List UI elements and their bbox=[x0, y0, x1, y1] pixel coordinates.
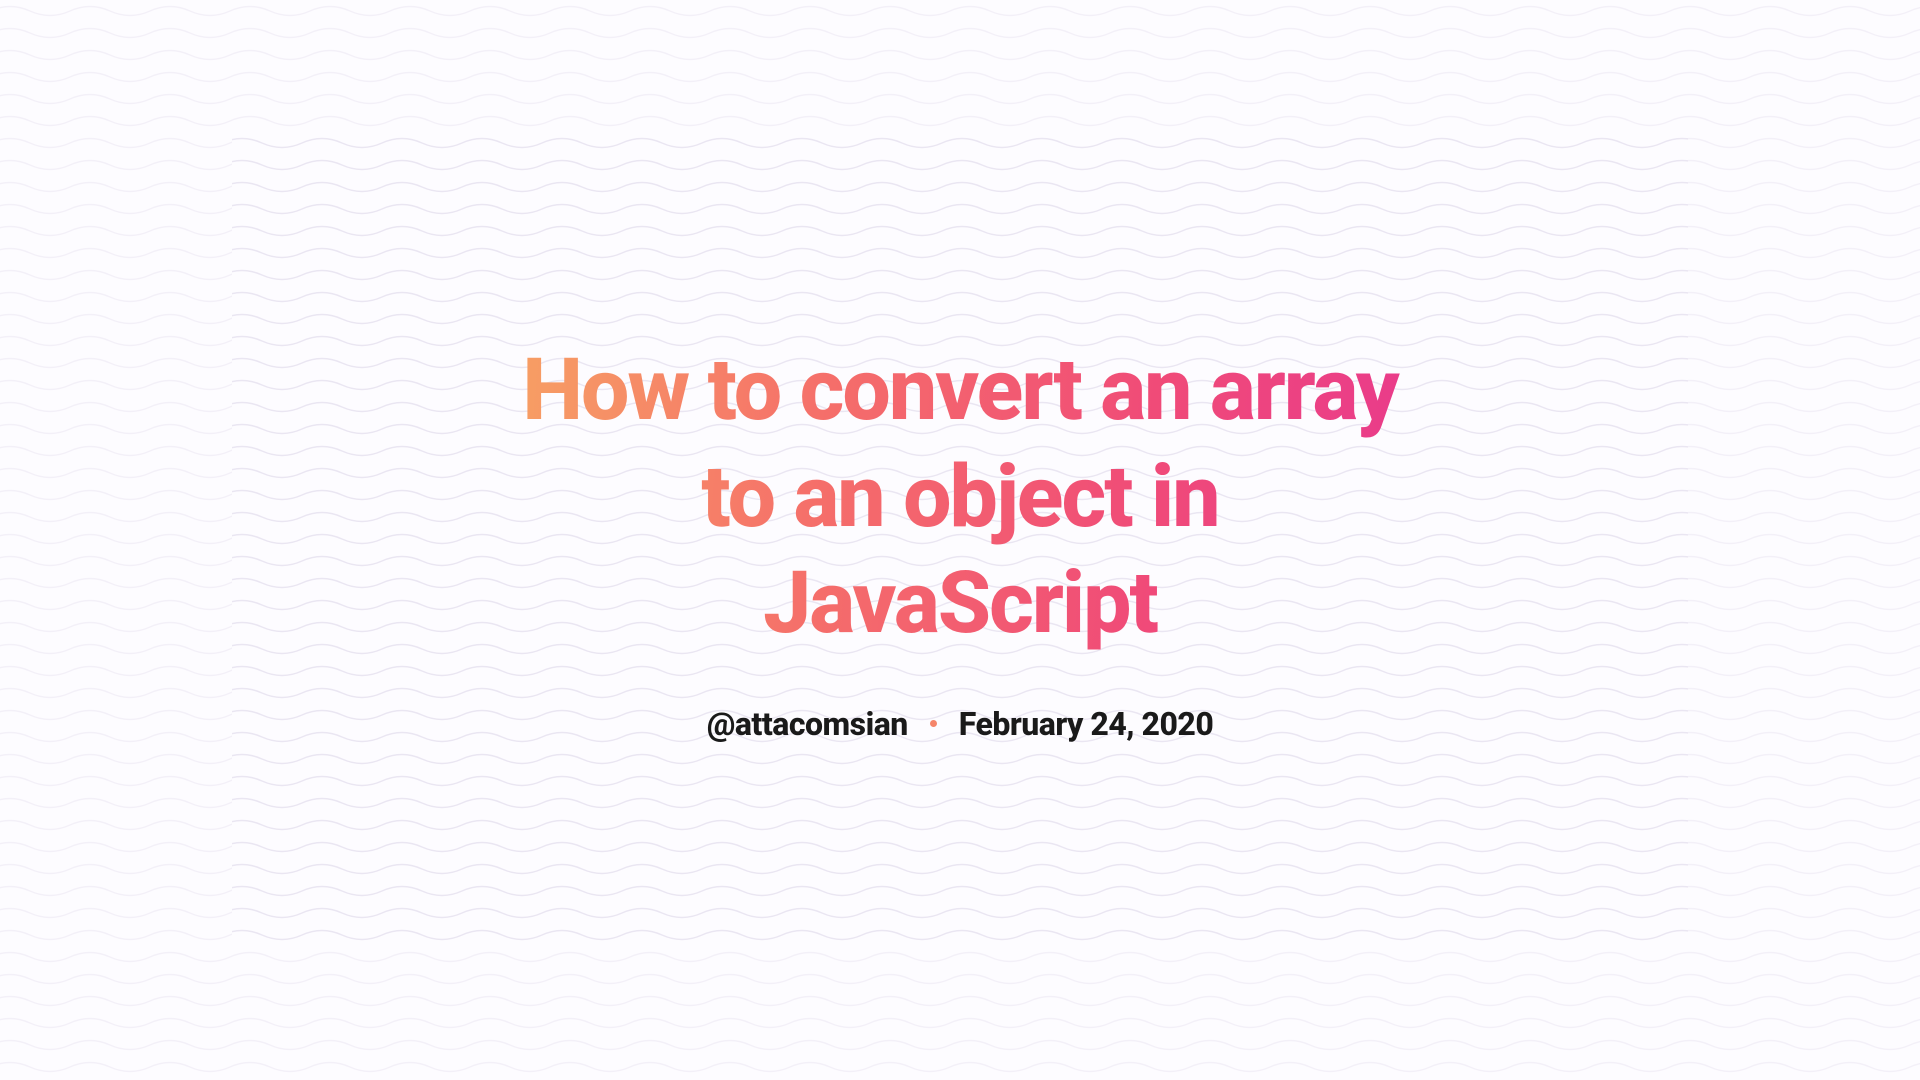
article-title: How to convert an array to an object in … bbox=[510, 337, 1410, 657]
author-handle: @attacomsian bbox=[707, 705, 908, 743]
content-wrapper: How to convert an array to an object in … bbox=[450, 337, 1470, 743]
card-container: How to convert an array to an object in … bbox=[232, 132, 1688, 948]
meta-separator-dot bbox=[930, 720, 937, 727]
publish-date: February 24, 2020 bbox=[959, 705, 1214, 743]
article-meta: @attacomsian February 24, 2020 bbox=[510, 705, 1410, 743]
